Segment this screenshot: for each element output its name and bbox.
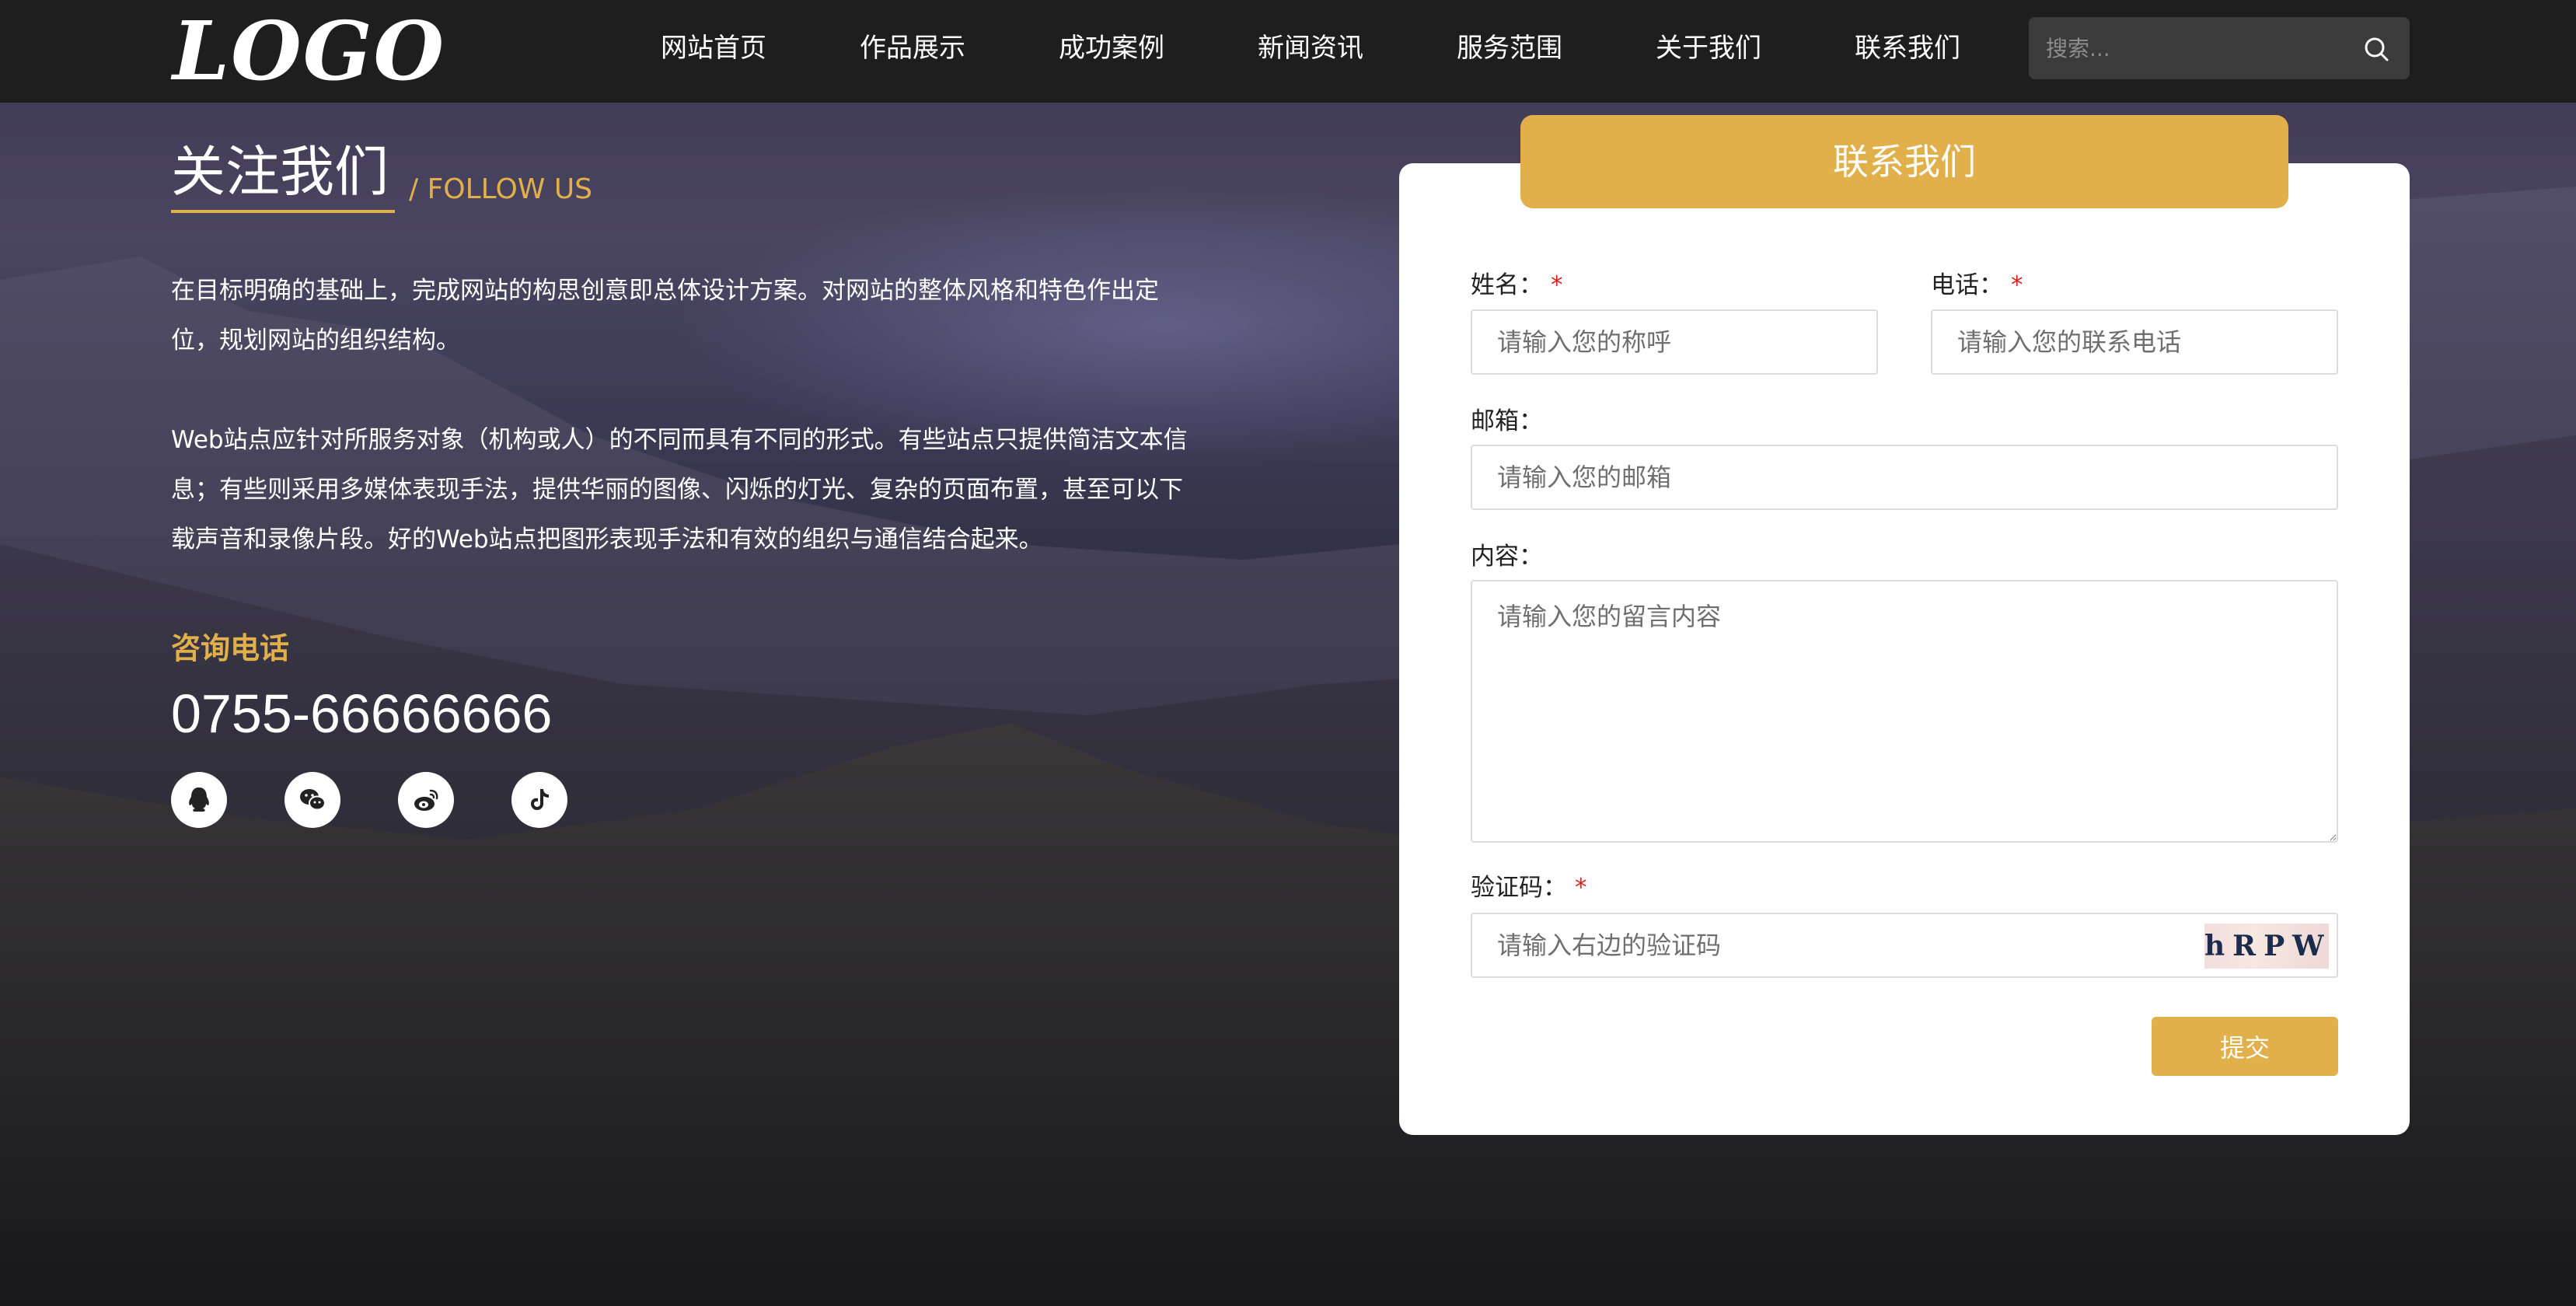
search-box xyxy=(2029,17,2410,79)
follow-subtitle: / FOLLOW US xyxy=(409,173,593,205)
email-field[interactable] xyxy=(1471,445,2338,510)
follow-title: 关注我们 xyxy=(171,140,389,204)
intro-paragraph-2: Web站点应针对所服务对象（机构或人）的不同而具有不同的形式。有些站点只提供简洁… xyxy=(171,426,1188,553)
nav-item-works[interactable]: 作品展示 xyxy=(813,0,1012,96)
phone-field-label: 电话： * xyxy=(1931,271,2023,299)
nav-item-news[interactable]: 新闻资讯 xyxy=(1211,0,1410,96)
nav-item-home[interactable]: 网站首页 xyxy=(614,0,813,96)
name-label: 姓名： * xyxy=(1471,271,1563,299)
weibo-icon xyxy=(414,789,438,811)
content-label: 内容： xyxy=(1471,543,1543,571)
search-icon[interactable] xyxy=(2363,36,2389,62)
email-label: 邮箱： xyxy=(1471,407,1543,435)
captcha-label: 验证码： * xyxy=(1471,874,1587,902)
form-title: 联系我们 xyxy=(1520,115,2288,208)
social-links xyxy=(171,772,625,828)
required-mark: * xyxy=(1575,874,1587,902)
tiktok-icon xyxy=(531,789,549,810)
nav-item-services[interactable]: 服务范围 xyxy=(1410,0,1609,96)
qq-icon xyxy=(189,787,209,812)
message-textarea[interactable] xyxy=(1471,580,2338,843)
tiktok-button[interactable] xyxy=(511,772,567,828)
nav-item-cases[interactable]: 成功案例 xyxy=(1012,0,1211,96)
main-nav: 网站首页 作品展示 成功案例 新闻资讯 服务范围 关于我们 联系我们 xyxy=(614,0,2007,96)
wechat-icon xyxy=(300,789,326,811)
nav-item-about[interactable]: 关于我们 xyxy=(1609,0,1808,96)
intro-paragraph-1: 在目标明确的基础上，完成网站的构思创意即总体设计方案。对网站的整体风格和特色作出… xyxy=(171,277,1159,354)
nav-item-contact[interactable]: 联系我们 xyxy=(1808,0,2007,96)
phone-number: 0755-66666666 xyxy=(171,683,553,744)
logo[interactable]: LOGO xyxy=(173,5,445,98)
site-header: LOGO 网站首页 作品展示 成功案例 新闻资讯 服务范围 关于我们 联系我们 xyxy=(0,0,2576,103)
weibo-button[interactable] xyxy=(398,772,454,828)
name-field[interactable] xyxy=(1471,309,1878,375)
captcha-image[interactable]: hRPW xyxy=(2204,924,2329,969)
phone-label: 咨询电话 xyxy=(171,631,290,665)
required-mark: * xyxy=(1551,271,1563,299)
search-input[interactable] xyxy=(2029,17,2340,79)
qq-button[interactable] xyxy=(171,772,227,828)
wechat-button[interactable] xyxy=(284,772,340,828)
phone-field[interactable] xyxy=(1931,309,2338,375)
submit-button[interactable]: 提交 xyxy=(2152,1017,2338,1076)
title-underline xyxy=(171,210,395,213)
required-mark: * xyxy=(2011,271,2023,299)
